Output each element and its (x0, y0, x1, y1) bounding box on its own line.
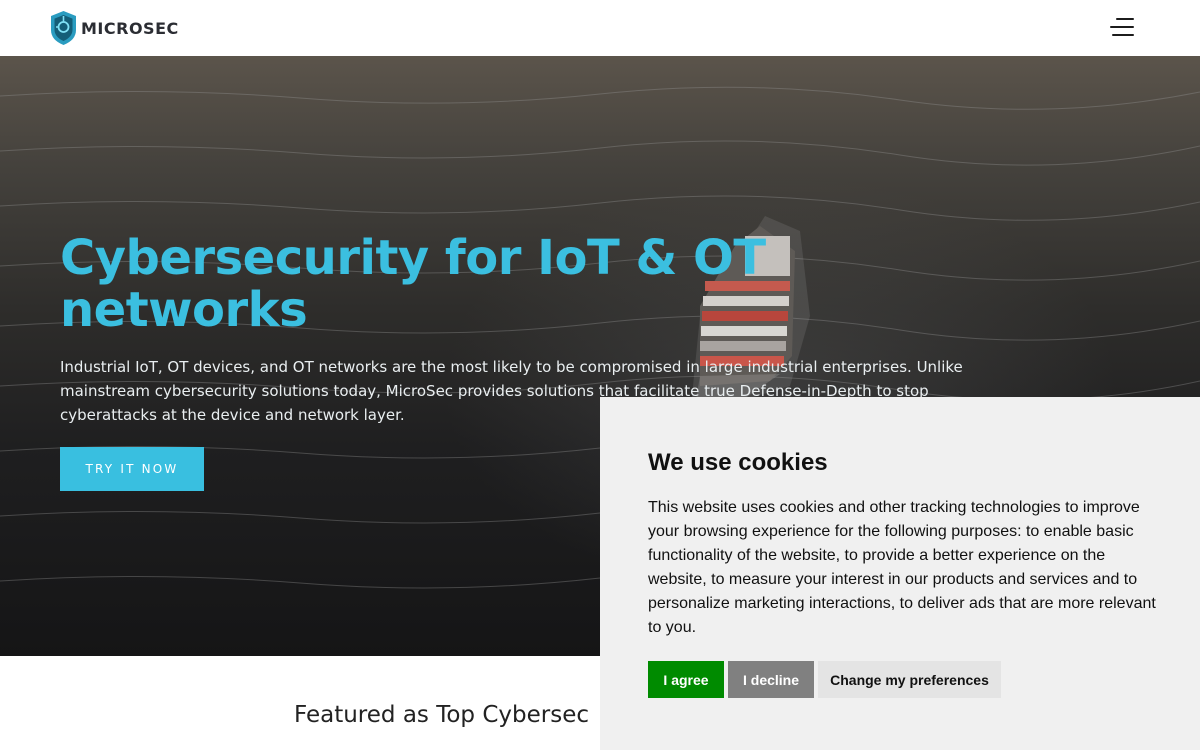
agree-button[interactable]: I agree (648, 661, 724, 698)
cookie-banner-text: This website uses cookies and other trac… (648, 499, 1156, 636)
cookie-consent-banner: We use cookies This website uses cookies… (600, 397, 1200, 750)
cookie-banner-title: We use cookies (648, 449, 828, 476)
featured-heading: Featured as Top Cybersec (294, 702, 589, 728)
site-header: MICROSEC (0, 0, 1200, 56)
site-logo[interactable]: MICROSEC (50, 10, 179, 46)
change-preferences-button[interactable]: Change my preferences (818, 661, 1001, 698)
try-it-now-button[interactable]: TRY IT NOW (60, 447, 204, 491)
shield-logo-icon (51, 11, 76, 45)
logo-text: MICROSEC (81, 18, 179, 38)
hamburger-menu-icon[interactable] (1108, 16, 1134, 40)
decline-button[interactable]: I decline (728, 661, 814, 698)
hero-title: Cybersecurity for IoT & OT networks (60, 230, 766, 338)
